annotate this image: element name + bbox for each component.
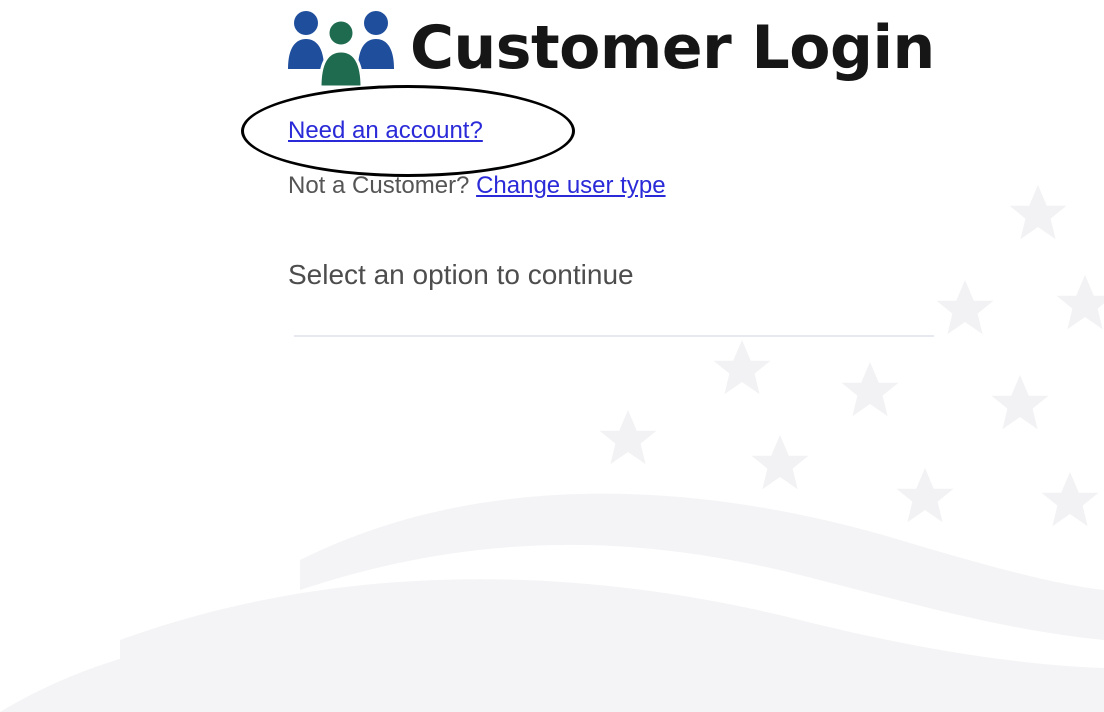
- page-title: Customer Login: [410, 13, 935, 83]
- select-option-prompt: Select an option to continue: [288, 259, 634, 290]
- not-customer-text: Not a Customer?: [288, 172, 470, 199]
- header: Customer Login: [288, 8, 935, 88]
- divider: [294, 335, 934, 337]
- customer-login-page: Customer Login Need an account? Not a Cu…: [0, 0, 1104, 712]
- change-user-type-link[interactable]: Change user type: [476, 172, 665, 199]
- user-type-line: Not a Customer? Change user type: [288, 170, 666, 202]
- need-account-link[interactable]: Need an account?: [288, 115, 483, 147]
- flag-background-art: [0, 185, 1104, 712]
- users-group-icon: [288, 11, 394, 87]
